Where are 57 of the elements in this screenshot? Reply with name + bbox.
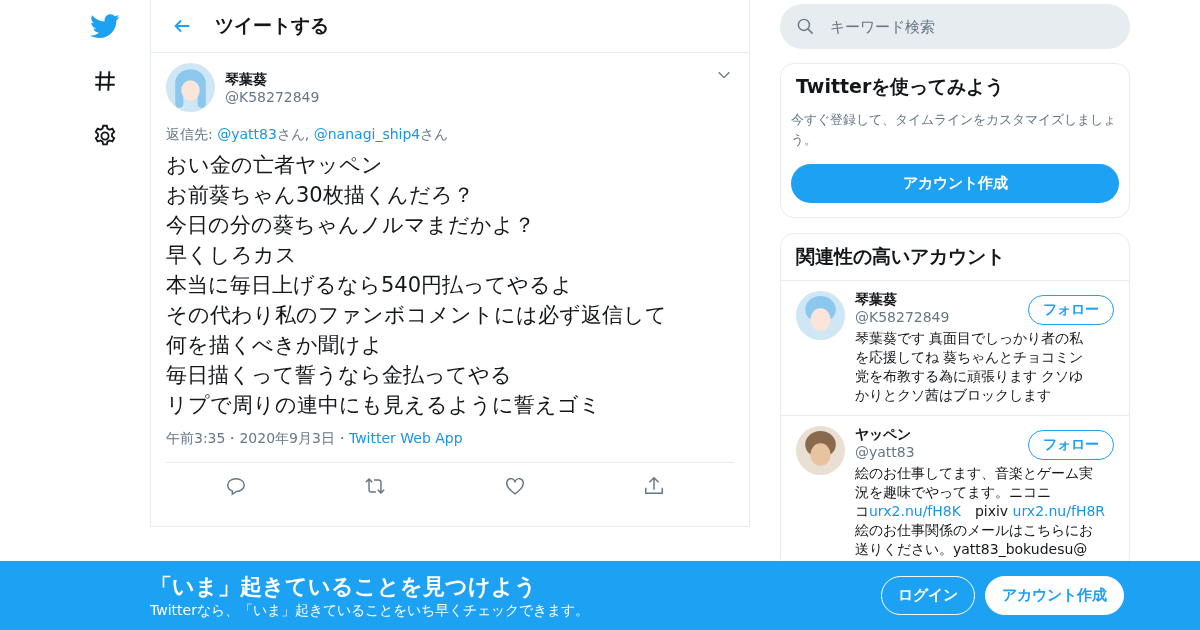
tweet-line: お前葵ちゃん30枚描くんだろ？ [166,182,474,209]
tweet-time: 午前3:35 [166,430,226,446]
card-title: Twitterを使ってみよう [796,74,1006,99]
account-name: ヤッペン [855,426,912,444]
tweet-line: 毎日描くって誓うなら金払ってやる [166,362,512,389]
follow-button[interactable]: フォロー [1028,430,1114,460]
follow-button[interactable]: フォロー [1028,295,1114,325]
bio-text: コ [855,503,869,519]
bio-text: 送りください。yatt83_bokudesu@ [855,541,1088,557]
reply-label: 返信先: [166,126,214,142]
bird-logo-icon[interactable] [90,14,120,39]
bio-text: 絵のお仕事してます、音楽とゲーム実 [855,465,1093,481]
avatar [796,426,845,475]
tweet-line: リプで周りの連中にも見えるように誓えゴミ [166,392,601,419]
banner-title: 「いま」起きていることを見つけよう [150,572,538,601]
bio-link[interactable]: urx2.nu/fH8K [869,503,961,519]
banner-text: Twitterなら、「いま」起きていることをいち早くチェックできます。 [150,601,590,620]
bio-text: 琴葉葵です 真面目でしっかり者の私 [855,330,1084,346]
reply-label: さん [420,126,449,142]
share-icon[interactable] [643,475,666,497]
reply-label: さん, [276,126,311,142]
card-title: 関連性の高いアカウント [781,234,1129,281]
mention-link[interactable]: @yatt83 [217,126,277,142]
account-handle: @K58272849 [855,309,950,325]
tweet-date: 2020年9月3日 [239,430,335,446]
bio-text: かりとクソ茜はブロックします [855,387,1051,403]
bio-text: pixiv [973,503,1010,519]
search-icon [796,17,815,36]
account-name: 琴葉葵 [855,291,898,309]
search-field[interactable]: キーワード検索 [780,4,1130,49]
hashtag-icon[interactable] [92,68,118,94]
author-handle: @K58272849 [225,88,320,105]
bio-text: を応援してね 葵ちゃんとチョコミン [855,349,1084,365]
author-name: 琴葉葵 [225,70,268,89]
bio-text: 党を布教する為に頑張ります クソゆ [855,368,1084,384]
tweet-line: その代わり私のファンボコメントには必ず返信して [166,302,667,329]
tweet-line: 今日の分の葵ちゃんノルマまだかよ？ [166,212,535,239]
source-link[interactable]: Twitter Web App [348,430,463,446]
tweet-line: おい金の亡者ヤッペン [166,152,383,179]
bio-text: 絵のお仕事関係のメールはこちらにお [855,522,1093,538]
separator-dot: ・ [225,430,240,446]
page-title: ツイートする [215,13,329,38]
bio-text: 況を趣味でやってます。ニコニ [855,484,1051,500]
tweet-line: 本当に毎日上げるなら540円払ってやるよ [166,272,574,299]
heart-icon[interactable] [503,475,526,497]
mention-link[interactable]: @nanagi_ship4 [313,126,421,142]
reply-icon[interactable] [224,475,247,497]
signup-button[interactable]: アカウント作成 [985,576,1124,615]
tweet-line: 何を描くべきか聞けよ [166,332,383,359]
avatar [796,291,845,340]
avatar [166,63,215,112]
bio-link[interactable]: urx2.nu/fH8R [1012,503,1106,519]
tweet-line: 早くしろカス [166,242,297,269]
separator-dot: ・ [334,430,349,446]
create-account-button[interactable]: アカウント作成 [791,164,1119,203]
account-handle: @yatt83 [855,444,915,460]
card-text: 今すぐ登録して、タイムラインをカスタマイズしましょう。 [791,111,1117,149]
